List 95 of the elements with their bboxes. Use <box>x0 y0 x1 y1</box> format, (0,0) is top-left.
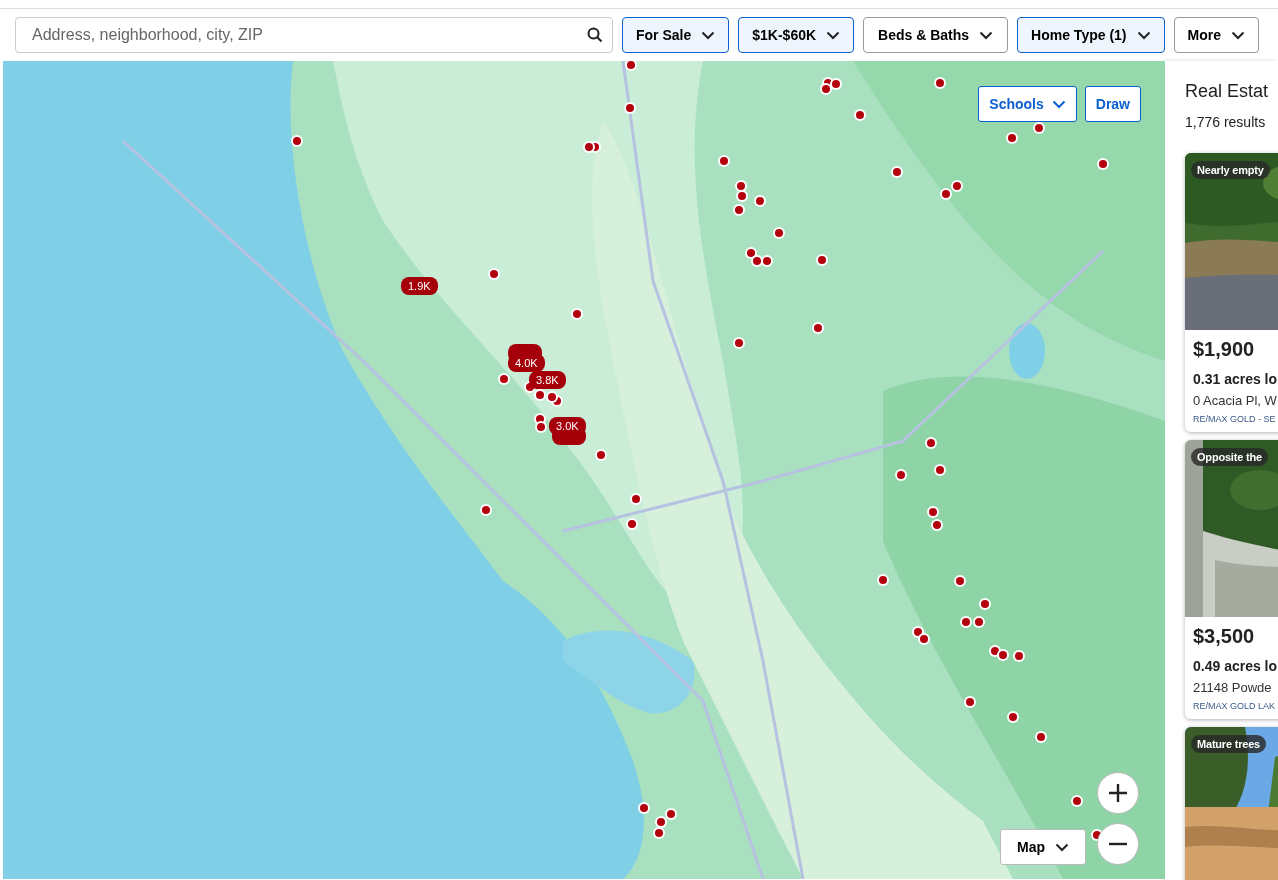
listing-marker[interactable] <box>733 204 745 216</box>
listing-marker[interactable] <box>997 649 1009 661</box>
listing-marker[interactable] <box>934 77 946 89</box>
caret-icon <box>826 30 841 40</box>
listing-marker[interactable] <box>973 616 985 628</box>
plus-icon <box>1108 783 1128 803</box>
filter-dropdown[interactable]: $1K-$60K <box>738 17 855 53</box>
listing-marker[interactable] <box>951 180 963 192</box>
caret-icon <box>1055 842 1069 852</box>
listing-tag: Nearly empty <box>1191 161 1270 179</box>
price-pin[interactable]: 3.8K <box>529 371 566 389</box>
listing-details: 0.49 acres lo <box>1193 658 1278 674</box>
filter-dropdown[interactable]: More <box>1173 17 1259 53</box>
caret-icon <box>1136 30 1151 40</box>
listing-marker[interactable] <box>626 518 638 530</box>
listing-marker[interactable] <box>488 268 500 280</box>
minus-icon <box>1108 842 1128 846</box>
price-pin[interactable]: 1.9K <box>401 277 438 295</box>
listing-marker[interactable] <box>816 254 828 266</box>
listing-marker[interactable] <box>733 337 745 349</box>
listing-marker[interactable] <box>624 102 636 114</box>
map-tool-button[interactable]: Draw <box>1084 86 1141 122</box>
listing-address: 21148 Powde <box>1193 680 1273 695</box>
listing-marker[interactable] <box>918 633 930 645</box>
listing-marker[interactable] <box>535 421 547 433</box>
caret-icon <box>1051 99 1066 109</box>
filter-dropdown[interactable]: Beds & Baths <box>863 17 1009 53</box>
listing-marker[interactable] <box>1033 122 1045 134</box>
caret-icon <box>979 30 994 40</box>
listing-marker[interactable] <box>940 188 952 200</box>
listing-marker[interactable] <box>1007 711 1019 723</box>
listing-marker[interactable] <box>761 255 773 267</box>
map-tool-button[interactable]: Schools <box>978 86 1077 122</box>
listing-marker[interactable] <box>498 373 510 385</box>
listing-marker[interactable] <box>736 190 748 202</box>
results-title: Real Estat <box>1185 81 1270 102</box>
listing-address: 0 Acacia Pl, W <box>1193 393 1278 408</box>
listing-marker[interactable] <box>895 469 907 481</box>
listing-marker[interactable] <box>571 308 583 320</box>
broker-name: RE/MAX GOLD LAK <box>1193 701 1277 711</box>
listing-marker[interactable] <box>583 141 595 153</box>
listing-marker[interactable] <box>934 464 946 476</box>
listing-marker[interactable] <box>960 616 972 628</box>
filter-dropdown[interactable]: For Sale <box>622 17 730 53</box>
listing-marker[interactable] <box>751 255 763 267</box>
listing-marker[interactable] <box>925 437 937 449</box>
listing-price: $1,900 <box>1193 338 1256 361</box>
listing-tag: Mature trees <box>1191 735 1266 753</box>
listing-marker[interactable] <box>954 575 966 587</box>
listing-card[interactable]: Mature trees <box>1185 727 1278 880</box>
listing-marker[interactable] <box>655 816 667 828</box>
listing-marker[interactable] <box>638 802 650 814</box>
listing-marker[interactable] <box>891 166 903 178</box>
filter-dropdown[interactable]: Home Type (1) <box>1017 17 1165 53</box>
caret-icon <box>1230 30 1245 40</box>
listing-marker[interactable] <box>735 180 747 192</box>
listing-marker[interactable] <box>1006 132 1018 144</box>
listing-marker[interactable] <box>812 322 824 334</box>
price-pin[interactable]: 3.0K <box>549 417 586 435</box>
listing-marker[interactable] <box>854 109 866 121</box>
listing-marker[interactable] <box>820 83 832 95</box>
listing-marker[interactable] <box>718 155 730 167</box>
listing-marker[interactable] <box>1035 731 1047 743</box>
caret-icon <box>701 30 716 40</box>
listing-marker[interactable] <box>877 574 889 586</box>
listing-marker[interactable] <box>964 696 976 708</box>
listing-marker[interactable] <box>665 808 677 820</box>
listing-marker[interactable] <box>754 195 766 207</box>
listing-marker[interactable] <box>979 598 991 610</box>
listing-marker[interactable] <box>931 519 943 531</box>
listing-marker[interactable] <box>830 78 842 90</box>
listing-marker[interactable] <box>1071 795 1083 807</box>
listing-marker[interactable] <box>927 506 939 518</box>
price-pin[interactable]: 4.0K <box>508 354 545 372</box>
search-icon <box>587 27 603 43</box>
listing-marker[interactable] <box>546 391 558 403</box>
search-field[interactable]: Address, neighborhood, city, ZIP <box>15 17 613 53</box>
listing-marker[interactable] <box>1013 650 1025 662</box>
listing-marker[interactable] <box>625 61 637 71</box>
results-count: 1,776 results <box>1185 114 1267 130</box>
listing-card[interactable]: Nearly empty $1,900 0.31 acres lo 0 Acacia Pl, W RE/MAX GOLD - SE <box>1185 153 1278 432</box>
listing-price: $3,500 <box>1193 625 1256 648</box>
listing-details: 0.31 acres lo <box>1193 371 1278 387</box>
listing-marker[interactable] <box>653 827 665 839</box>
listing-marker[interactable] <box>534 389 546 401</box>
listing-card[interactable]: Opposite the $3,500 0.49 acres lo 21148 Powde RE/MAX GOLD LAK <box>1185 440 1278 719</box>
listing-marker[interactable] <box>630 493 642 505</box>
listing-marker[interactable] <box>773 227 785 239</box>
map-type-dropdown[interactable]: Map <box>1000 829 1086 865</box>
listing-marker[interactable] <box>1097 158 1109 170</box>
listing-marker[interactable] <box>480 504 492 516</box>
broker-name: RE/MAX GOLD - SE <box>1193 414 1277 424</box>
listing-marker[interactable] <box>291 135 303 147</box>
listing-marker[interactable] <box>595 449 607 461</box>
listing-tag: Opposite the <box>1191 448 1268 466</box>
